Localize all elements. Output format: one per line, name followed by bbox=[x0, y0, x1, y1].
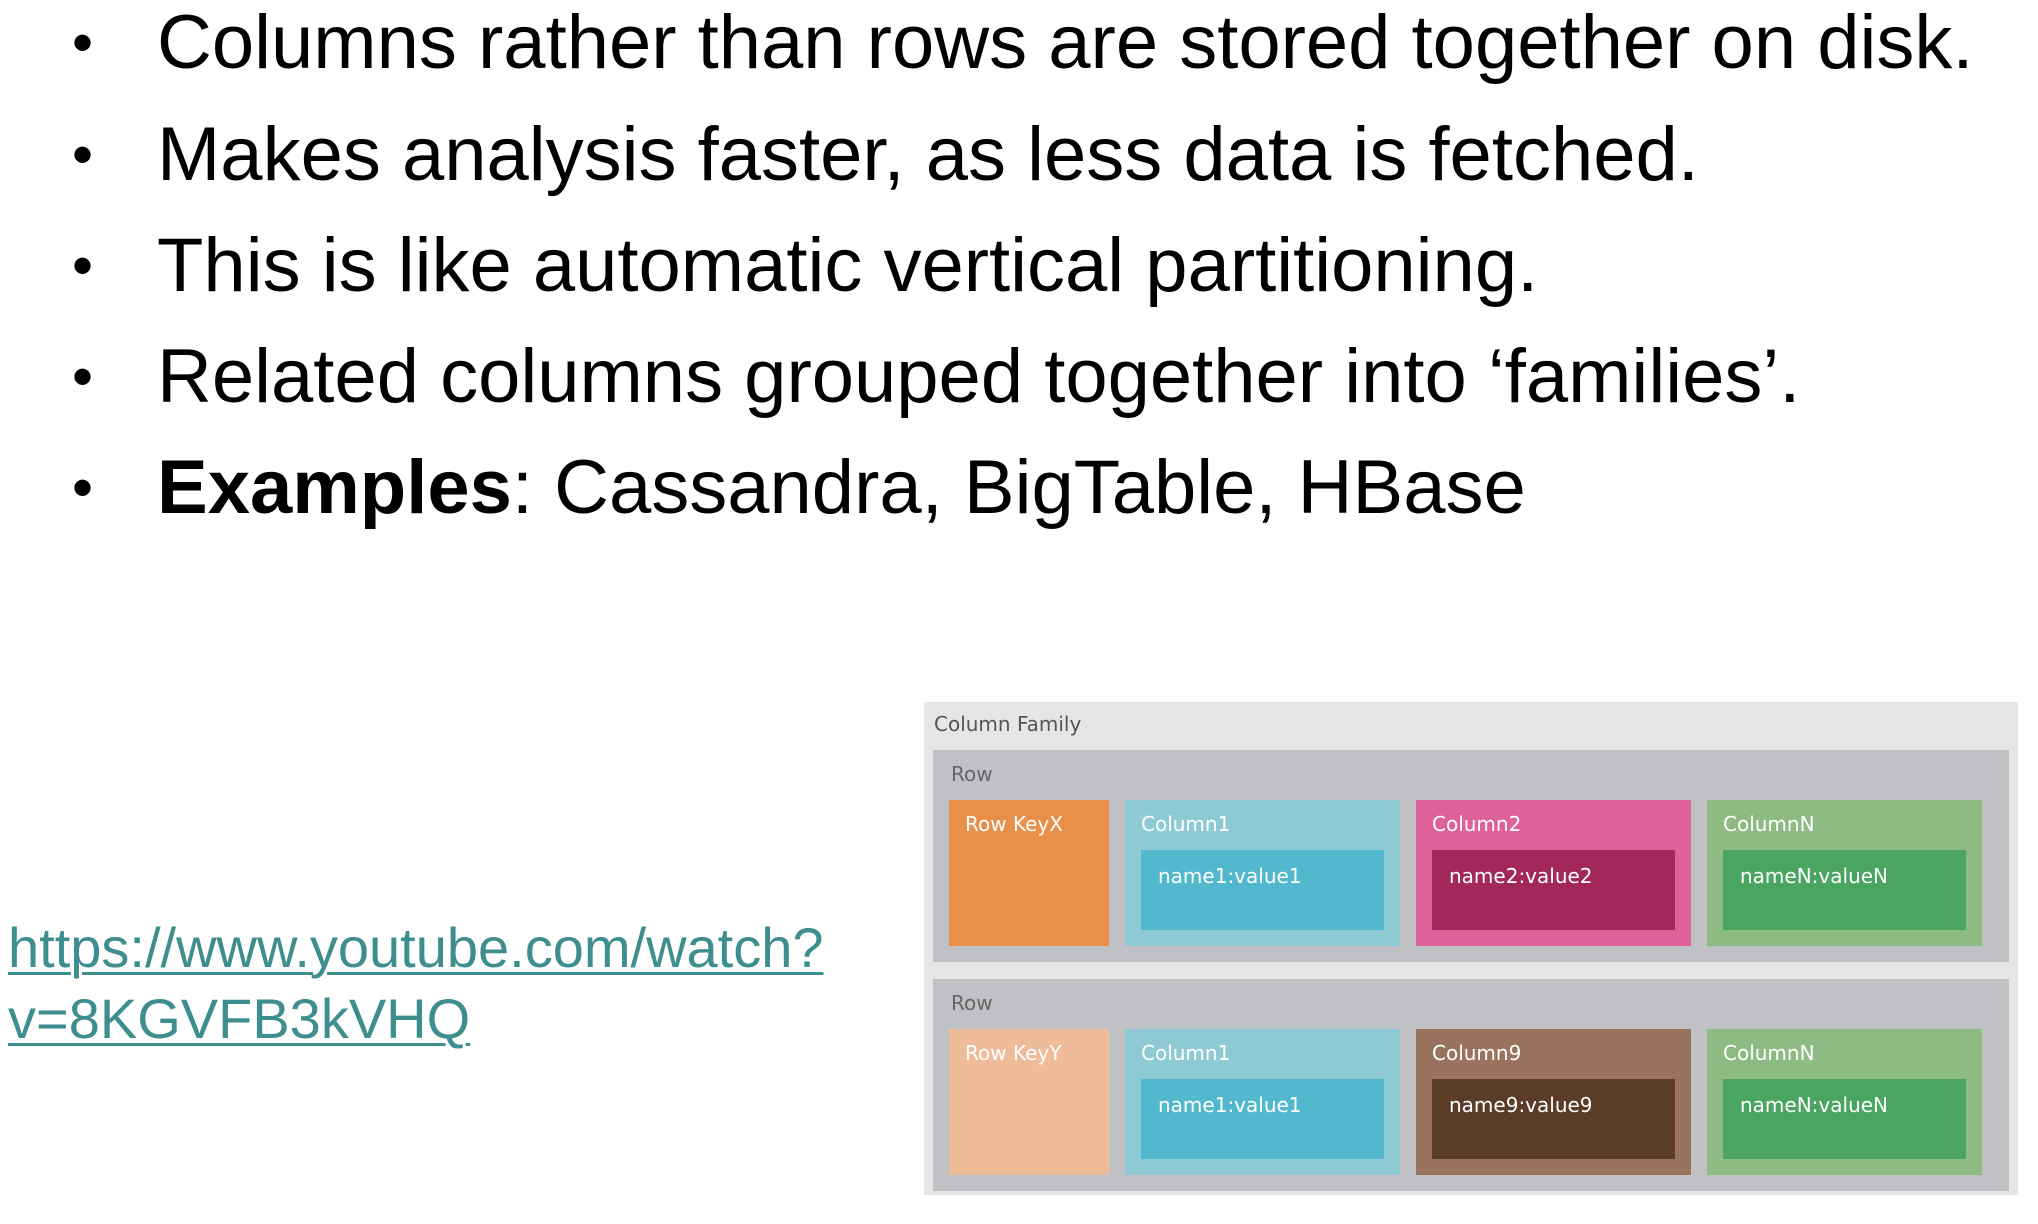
row-key-label: Row KeyX bbox=[965, 812, 1063, 836]
bullet-text: Related columns grouped together into ‘f… bbox=[157, 334, 1801, 419]
row-label: Row bbox=[951, 991, 993, 1015]
examples-list: : Cassandra, BigTable, HBase bbox=[511, 445, 1526, 530]
column-value-box: nameN:valueN bbox=[1723, 1079, 1966, 1159]
column-value-box: name2:value2 bbox=[1432, 850, 1675, 930]
bullet-dot: • bbox=[72, 343, 94, 410]
link-line-2: v=8KGVFB3kVHQ bbox=[8, 987, 471, 1050]
column-cell: Column1 name1:value1 bbox=[1125, 1029, 1400, 1175]
bullet-item: • Columns rather than rows are stored to… bbox=[0, 0, 2038, 98]
row-key-cell: Row KeyX bbox=[949, 800, 1109, 946]
column-cell: Column2 name2:value2 bbox=[1416, 800, 1691, 946]
bullet-text: This is like automatic vertical partitio… bbox=[157, 223, 1539, 308]
bullet-text: Columns rather than rows are stored toge… bbox=[157, 0, 1974, 85]
column-cell: ColumnN nameN:valueN bbox=[1707, 1029, 1982, 1175]
youtube-link[interactable]: https://www.youtube.com/watch? v=8KGVFB3… bbox=[8, 912, 824, 1054]
row-key-label: Row KeyY bbox=[965, 1041, 1062, 1065]
column-cell: Column1 name1:value1 bbox=[1125, 800, 1400, 946]
bullet-dot: • bbox=[72, 121, 94, 188]
bullet-dot: • bbox=[72, 232, 94, 299]
column-value: nameN:valueN bbox=[1740, 864, 1889, 888]
column-value: name9:value9 bbox=[1449, 1093, 1593, 1117]
column-value: nameN:valueN bbox=[1740, 1093, 1889, 1117]
column-family-diagram: Column Family Row Row KeyX Column1 name1… bbox=[924, 702, 2018, 1195]
column-family-label: Column Family bbox=[934, 712, 1082, 736]
column-value: name1:value1 bbox=[1158, 1093, 1302, 1117]
column-name: ColumnN bbox=[1723, 1041, 1815, 1065]
row-key-cell: Row KeyY bbox=[949, 1029, 1109, 1175]
column-value-box: name1:value1 bbox=[1141, 1079, 1384, 1159]
column-name: Column2 bbox=[1432, 812, 1522, 836]
column-value-box: name1:value1 bbox=[1141, 850, 1384, 930]
column-cell: Column9 name9:value9 bbox=[1416, 1029, 1691, 1175]
bullet-text: Examples: Cassandra, BigTable, HBase bbox=[157, 433, 1526, 543]
column-value: name1:value1 bbox=[1158, 864, 1302, 888]
bullet-item: • Related columns grouped together into … bbox=[0, 322, 2038, 432]
bullet-item: • Makes analysis faster, as less data is… bbox=[0, 100, 2038, 210]
bullet-dot: • bbox=[72, 9, 94, 76]
column-value-box: nameN:valueN bbox=[1723, 850, 1966, 930]
column-name: Column1 bbox=[1141, 1041, 1231, 1065]
column-name: Column1 bbox=[1141, 812, 1231, 836]
column-value: name2:value2 bbox=[1449, 864, 1593, 888]
bullet-text: Makes analysis faster, as less data is f… bbox=[157, 112, 1699, 197]
column-name: Column9 bbox=[1432, 1041, 1522, 1065]
column-cell: ColumnN nameN:valueN bbox=[1707, 800, 1982, 946]
row-container: Row Row KeyX Column1 name1:value1 Column… bbox=[933, 750, 2009, 962]
link-line-1: https://www.youtube.com/watch? bbox=[8, 916, 824, 979]
column-value-box: name9:value9 bbox=[1432, 1079, 1675, 1159]
column-name: ColumnN bbox=[1723, 812, 1815, 836]
bullet-item: • Examples: Cassandra, BigTable, HBase bbox=[0, 433, 2038, 543]
row-label: Row bbox=[951, 762, 993, 786]
bullet-dot: • bbox=[72, 454, 94, 521]
bullet-item: • This is like automatic vertical partit… bbox=[0, 211, 2038, 321]
examples-label: Examples bbox=[157, 445, 512, 530]
row-container: Row Row KeyY Column1 name1:value1 Column… bbox=[933, 979, 2009, 1191]
